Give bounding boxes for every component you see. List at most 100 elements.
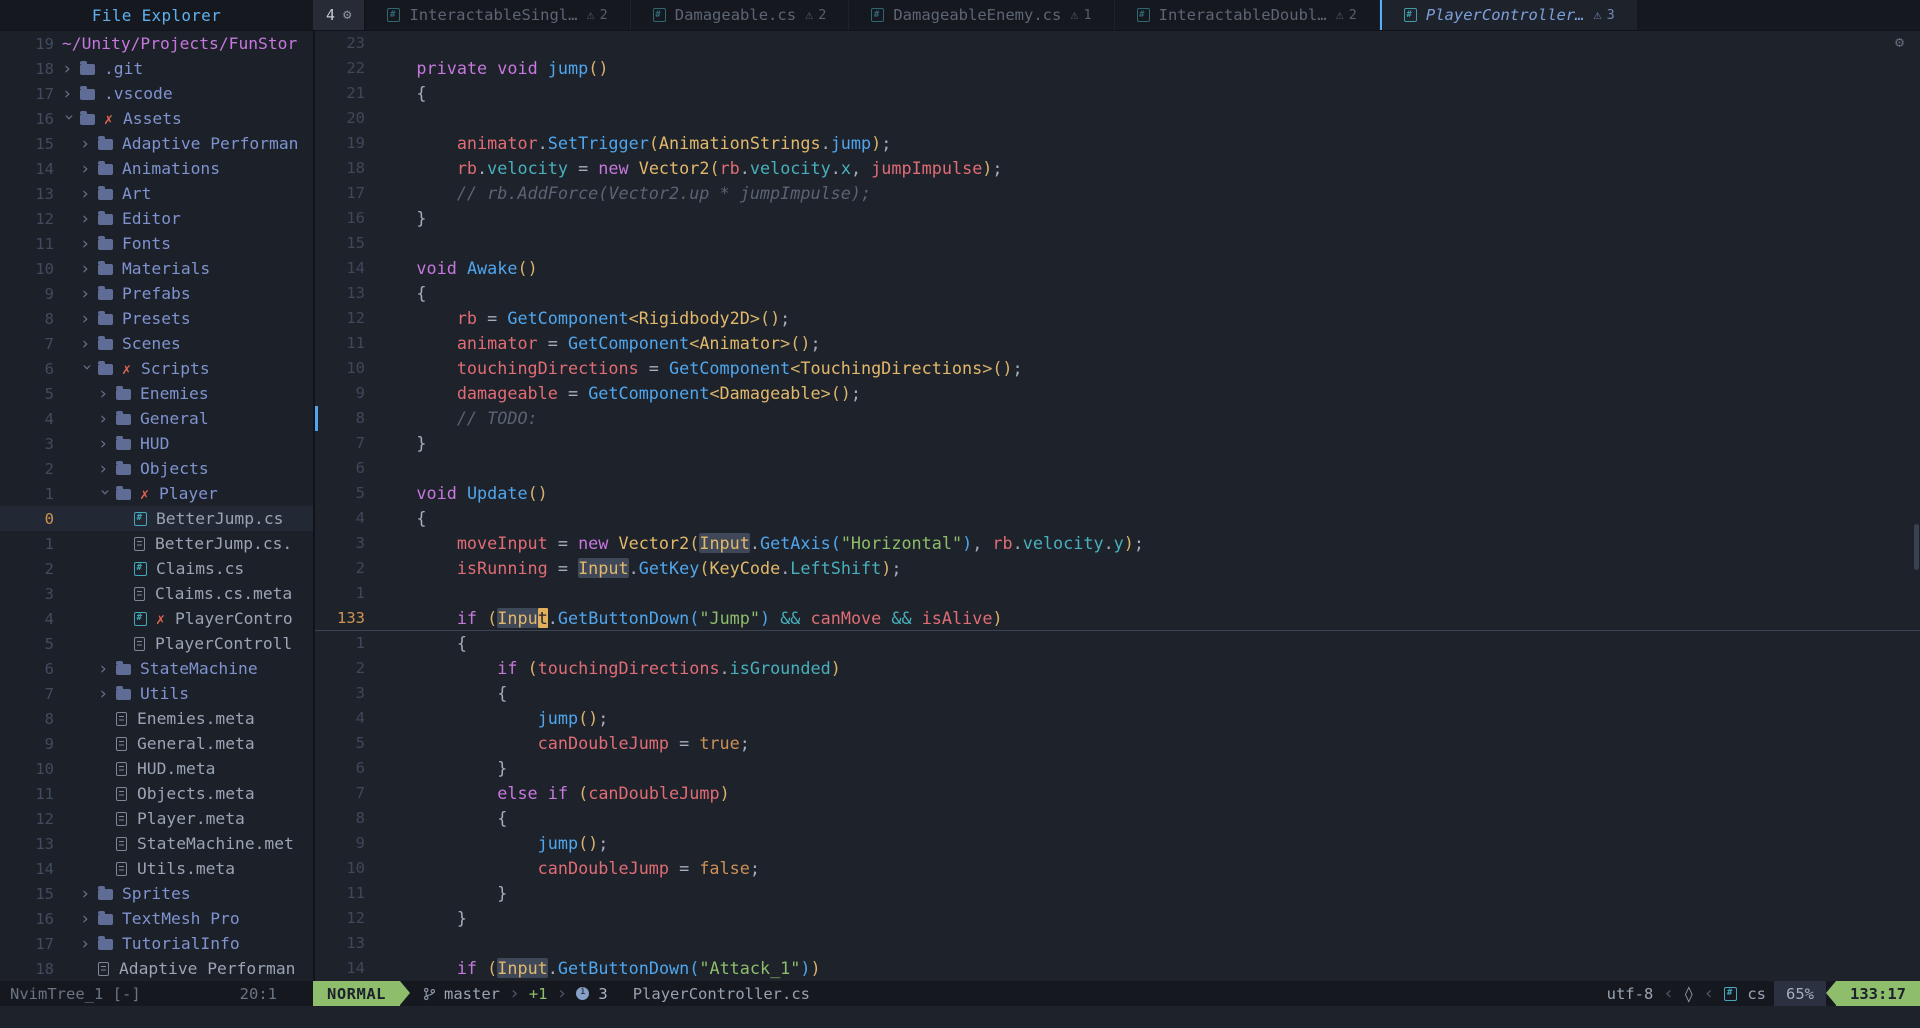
tree-row[interactable]: 1BetterJump.cs.	[0, 531, 313, 556]
code-line[interactable]: 12 }	[315, 906, 1920, 931]
code-line[interactable]: 3 {	[315, 681, 1920, 706]
code-line[interactable]: 2 if (touchingDirections.isGrounded)	[315, 656, 1920, 681]
tree-row[interactable]: 5PlayerControll	[0, 631, 313, 656]
statusline-git-segment: master › +1 › 3 PlayerController.cs	[410, 981, 810, 1006]
tree-row[interactable]: 8›Presets	[0, 306, 313, 331]
scrollbar-thumb[interactable]	[1914, 524, 1919, 570]
code-line[interactable]: 20	[315, 106, 1920, 131]
editor[interactable]: 2322 private void jump()21 {2019 animato…	[313, 31, 1920, 981]
tree-row[interactable]: 9›Prefabs	[0, 281, 313, 306]
code-line[interactable]: 16 }	[315, 206, 1920, 231]
code-line[interactable]: 12 rb = GetComponent<Rigidbody2D>();	[315, 306, 1920, 331]
tab-interactablesingl[interactable]: InteractableSingl…⚠2	[365, 0, 630, 30]
line-number: 12	[0, 210, 62, 228]
code-line[interactable]: 133 if (Input.GetButtonDown("Jump") && c…	[315, 606, 1920, 631]
buffer-count[interactable]: 4 ⚙	[313, 0, 365, 30]
code-line[interactable]: 7 else if (canDoubleJump)	[315, 781, 1920, 806]
tree-row[interactable]: 9General.meta	[0, 731, 313, 756]
code-line[interactable]: 1 {	[315, 631, 1920, 656]
tree-row[interactable]: 7›Utils	[0, 681, 313, 706]
csharp-icon	[1137, 8, 1150, 22]
code-line[interactable]: 4 {	[315, 506, 1920, 531]
tree-row[interactable]: 1›✗Player	[0, 481, 313, 506]
tree-row[interactable]: 17›.vscode	[0, 81, 313, 106]
tree-row[interactable]: 12›Editor	[0, 206, 313, 231]
sign-column	[315, 881, 325, 906]
code-line[interactable]: 22 private void jump()	[315, 56, 1920, 81]
tree-row[interactable]: 16›TextMesh Pro	[0, 906, 313, 931]
tree-row[interactable]: 15›Adaptive Performan	[0, 131, 313, 156]
tree-row[interactable]: 10›Materials	[0, 256, 313, 281]
tree-row[interactable]: 16›✗Assets	[0, 106, 313, 131]
tree-row[interactable]: 11Objects.meta	[0, 781, 313, 806]
code-line[interactable]: 23	[315, 31, 1920, 56]
code-text: void Awake()	[365, 256, 1920, 281]
tree-row[interactable]: 7›Scenes	[0, 331, 313, 356]
code-line[interactable]: 11 animator = GetComponent<Animator>();	[315, 331, 1920, 356]
code-line[interactable]: 3 moveInput = new Vector2(Input.GetAxis(…	[315, 531, 1920, 556]
sign-column	[315, 706, 325, 731]
tree-row[interactable]: 13StateMachine.met	[0, 831, 313, 856]
code-line[interactable]: 18 rb.velocity = new Vector2(rb.velocity…	[315, 156, 1920, 181]
code-line[interactable]: 9 jump();	[315, 831, 1920, 856]
tree-row[interactable]: 13›Art	[0, 181, 313, 206]
tree-row[interactable]: 12Player.meta	[0, 806, 313, 831]
code-line[interactable]: 17 // rb.AddForce(Vector2.up * jumpImpul…	[315, 181, 1920, 206]
tree-row[interactable]: 11›Fonts	[0, 231, 313, 256]
code-line[interactable]: 7 }	[315, 431, 1920, 456]
expand-arrow-icon: ›	[80, 884, 98, 904]
code-text: rb = GetComponent<Rigidbody2D>();	[365, 306, 1920, 331]
code-text: canDoubleJump = false;	[365, 856, 1920, 881]
code-line[interactable]: 13	[315, 931, 1920, 956]
code-line[interactable]: 14 if (Input.GetButtonDown("Attack_1"))	[315, 956, 1920, 981]
code-line[interactable]: 14 void Awake()	[315, 256, 1920, 281]
tree-row[interactable]: 15›Sprites	[0, 881, 313, 906]
settings-gear-icon[interactable]: ⚙	[1895, 33, 1904, 51]
tree-item-label: Objects.meta	[137, 784, 255, 803]
code-line[interactable]: 8 {	[315, 806, 1920, 831]
tree-row[interactable]: 14Utils.meta	[0, 856, 313, 881]
tab-damageable-cs[interactable]: Damageable.cs⚠2	[631, 0, 850, 30]
code-line[interactable]: 6	[315, 456, 1920, 481]
git-dirty-icon: ✗	[122, 360, 141, 378]
code-line[interactable]: 2 isRunning = Input.GetKey(KeyCode.LeftS…	[315, 556, 1920, 581]
code-line[interactable]: 5 canDoubleJump = true;	[315, 731, 1920, 756]
tree-row[interactable]: 3Claims.cs.meta	[0, 581, 313, 606]
tree-row[interactable]: 10HUD.meta	[0, 756, 313, 781]
tree-row[interactable]: 4✗PlayerContro	[0, 606, 313, 631]
tree-row[interactable]: 19~/Unity/Projects/FunStor	[0, 31, 313, 56]
tree-row[interactable]: 2Claims.cs	[0, 556, 313, 581]
tab-damageableenemy-cs[interactable]: DamageableEnemy.cs⚠1	[849, 0, 1114, 30]
code-line[interactable]: 19 animator.SetTrigger(AnimationStrings.…	[315, 131, 1920, 156]
tabline: 4 ⚙ InteractableSingl…⚠2Damageable.cs⚠2D…	[313, 0, 1920, 30]
tree-row[interactable]: 0BetterJump.cs	[0, 506, 313, 531]
line-number: 2	[0, 460, 62, 478]
code-line[interactable]: 9 damageable = GetComponent<Damageable>(…	[315, 381, 1920, 406]
folder-icon	[98, 164, 113, 175]
code-line[interactable]: 8 // TODO:	[315, 406, 1920, 431]
tree-row[interactable]: 5›Enemies	[0, 381, 313, 406]
code-line[interactable]: 15	[315, 231, 1920, 256]
tab-playercontroller[interactable]: PlayerController…⚠3	[1380, 0, 1637, 30]
tree-row[interactable]: 6›StateMachine	[0, 656, 313, 681]
tree-row[interactable]: 2›Objects	[0, 456, 313, 481]
code-line[interactable]: 6 }	[315, 756, 1920, 781]
tree-row[interactable]: 18Adaptive Performan	[0, 956, 313, 981]
code-line[interactable]: 5 void Update()	[315, 481, 1920, 506]
tree-row[interactable]: 14›Animations	[0, 156, 313, 181]
tree-row[interactable]: 4›General	[0, 406, 313, 431]
tree-row[interactable]: 6›✗Scripts	[0, 356, 313, 381]
tab-interactabledoubl[interactable]: InteractableDoubl…⚠2	[1115, 0, 1380, 30]
code-line[interactable]: 13 {	[315, 281, 1920, 306]
code-line[interactable]: 4 jump();	[315, 706, 1920, 731]
code-line[interactable]: 21 {	[315, 81, 1920, 106]
code-line[interactable]: 1	[315, 581, 1920, 606]
code-line[interactable]: 11 }	[315, 881, 1920, 906]
tree-row[interactable]: 18›.git	[0, 56, 313, 81]
tree-row[interactable]: 8Enemies.meta	[0, 706, 313, 731]
code-line[interactable]: 10 touchingDirections = GetComponent<Tou…	[315, 356, 1920, 381]
code-line[interactable]: 10 canDoubleJump = false;	[315, 856, 1920, 881]
tree-row[interactable]: 17›TutorialInfo	[0, 931, 313, 956]
git-branch-icon	[424, 987, 435, 1001]
tree-row[interactable]: 3›HUD	[0, 431, 313, 456]
